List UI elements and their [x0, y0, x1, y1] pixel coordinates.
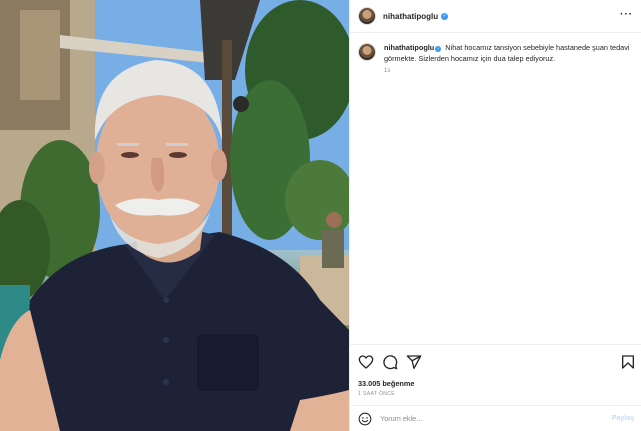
heart-icon[interactable] — [358, 354, 374, 370]
more-options-icon[interactable]: ··· — [620, 9, 633, 20]
caption-text-block: nihathatipoglu ✓ Nihat hocamız tansiyon s… — [384, 42, 634, 64]
caption-body: nihathatipoglu ✓ Nihat hocamız tansiyon s… — [384, 42, 634, 74]
post-photo[interactable] — [0, 0, 349, 431]
caption-avatar[interactable] — [358, 43, 376, 61]
comment-icon[interactable] — [382, 354, 398, 370]
post-header: nihathatipoglu ✓ ··· — [350, 0, 641, 33]
comment-input[interactable] — [380, 414, 600, 423]
bookmark-icon[interactable] — [620, 354, 636, 370]
avatar[interactable] — [358, 7, 376, 25]
share-icon[interactable] — [406, 354, 422, 370]
caption-time[interactable]: 1s — [384, 68, 634, 74]
verified-badge-icon: ✓ — [435, 46, 442, 52]
caption: nihathatipoglu ✓ Nihat hocamız tansiyon s… — [358, 42, 636, 74]
emoji-icon[interactable] — [358, 412, 372, 426]
post-timestamp[interactable]: 1 SAAT ÖNCE — [358, 391, 395, 397]
post-comment-button[interactable]: Paylaş — [612, 415, 634, 422]
likes-count[interactable]: 33.005 beğenme — [358, 379, 414, 388]
post-details-panel: nihathatipoglu ✓ ··· nihathatipoglu ✓ Nih… — [349, 0, 641, 431]
verified-badge-icon: ✓ — [441, 12, 449, 20]
username-link[interactable]: nihathatipoglu — [383, 12, 438, 21]
post-photo-illustration — [0, 0, 349, 431]
comment-bar: Paylaş — [350, 405, 641, 431]
caption-username[interactable]: nihathatipoglu — [384, 43, 434, 52]
post-actions — [350, 344, 641, 378]
